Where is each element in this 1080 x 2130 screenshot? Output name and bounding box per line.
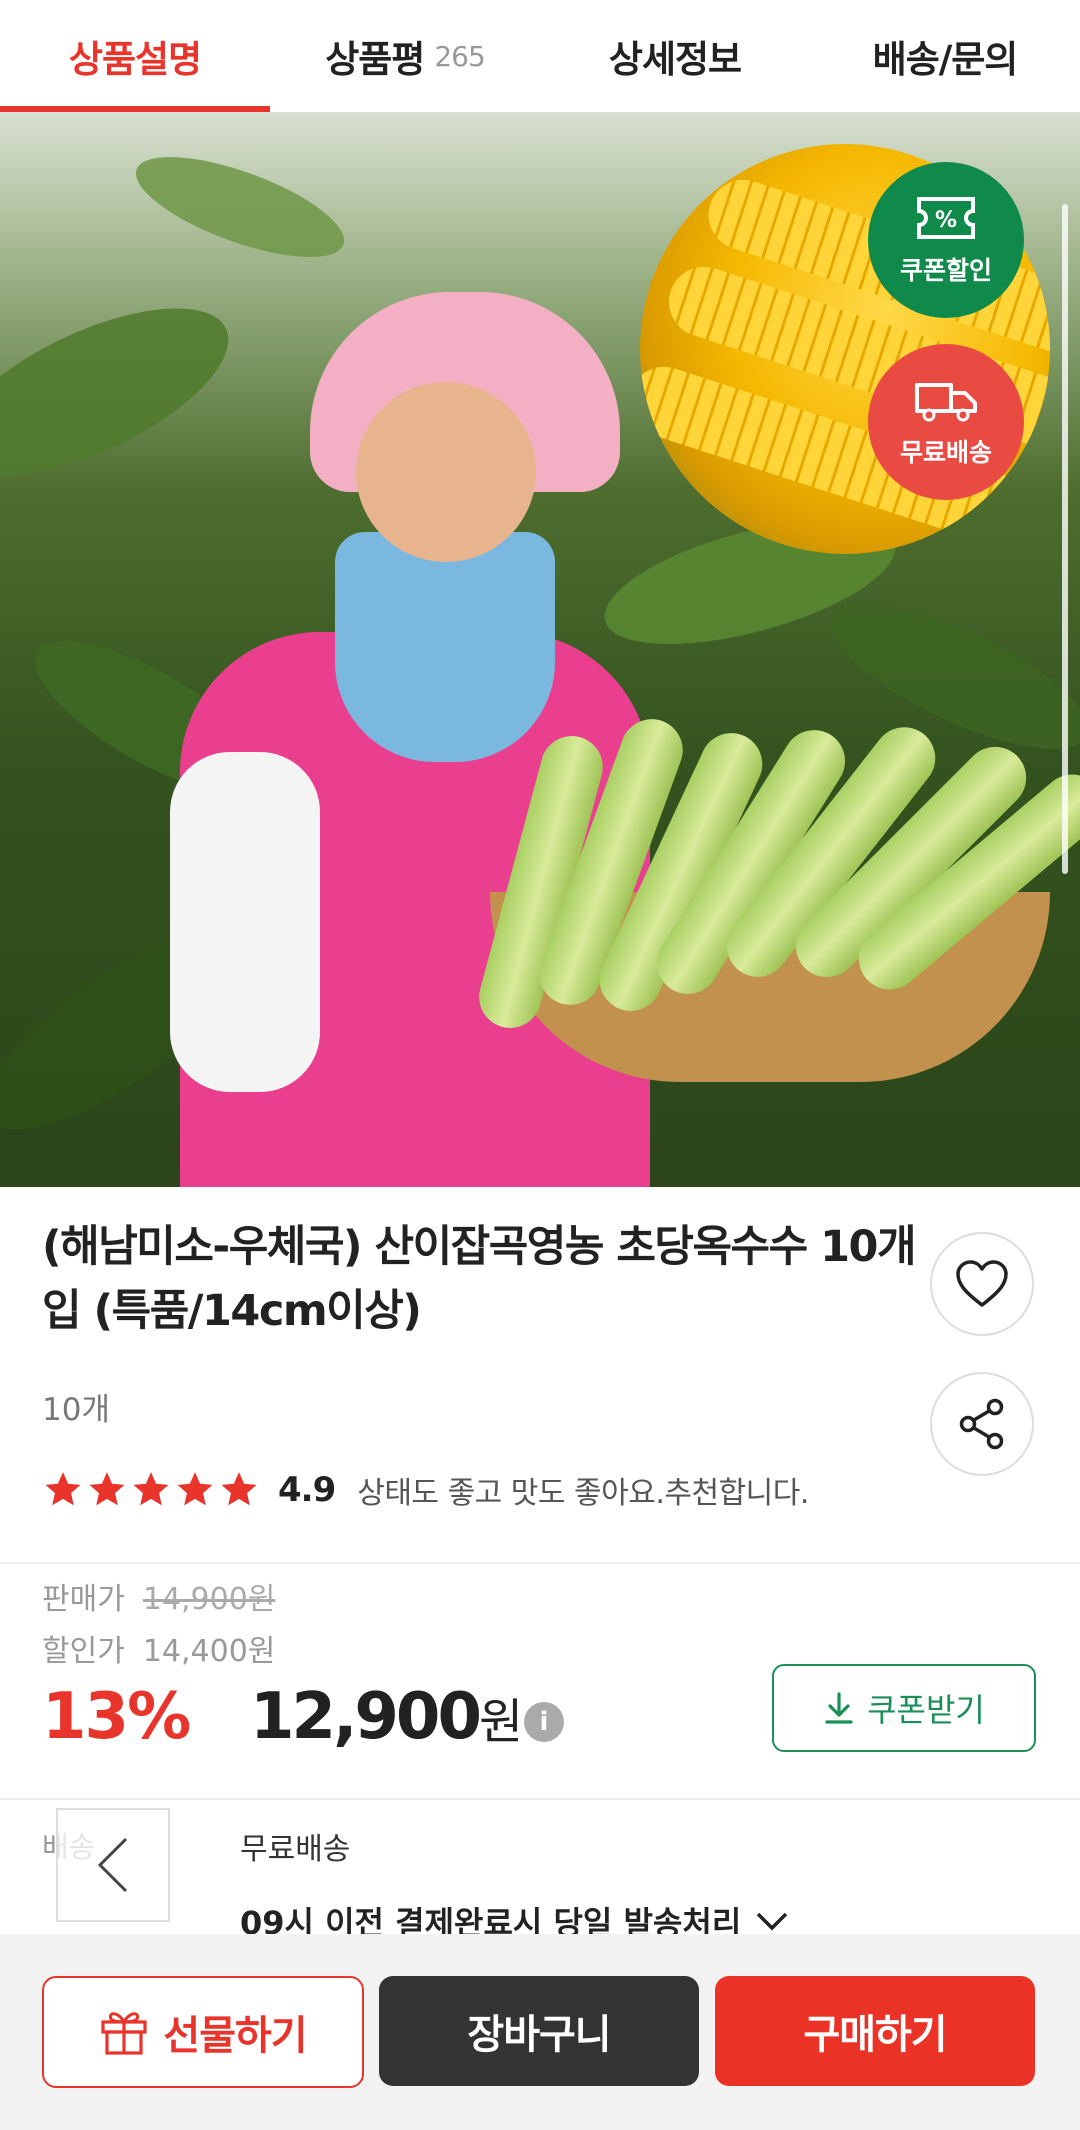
cart-label: 장바구니 <box>467 2012 611 2058</box>
rating-score: 4.9 <box>278 1470 336 1510</box>
badge-label: 무료배송 <box>899 438 992 467</box>
tab-label: 배송/문의 <box>872 38 1019 81</box>
final-price-unit: 원 <box>478 1694 523 1750</box>
chevron-left-icon <box>97 1837 128 1893</box>
review-count: 265 <box>434 39 485 73</box>
divider <box>0 1798 1080 1800</box>
sale-price-value: 14,900원 <box>142 1582 276 1617</box>
tab-details[interactable]: 상세정보 <box>540 0 810 112</box>
delivery-truck-icon <box>911 375 981 425</box>
percent-ticket-icon: % <box>911 193 981 243</box>
tab-shipping-inquiry[interactable]: 배송/문의 <box>810 0 1080 112</box>
final-price: 12,900원 <box>250 1680 523 1754</box>
tab-reviews[interactable]: 상품평 265 <box>270 0 540 112</box>
download-icon <box>825 1692 853 1724</box>
star-icon <box>133 1472 169 1506</box>
star-icon <box>221 1472 257 1506</box>
star-icon <box>45 1472 81 1506</box>
buy-label: 구매하기 <box>803 2012 947 2058</box>
quantity-text: 10개 <box>42 1392 110 1428</box>
svg-text:%: % <box>935 208 957 233</box>
star-rating <box>42 1469 260 1511</box>
cart-button[interactable]: 장바구니 <box>379 1976 699 2086</box>
badge-label: 쿠폰할인 <box>899 256 992 285</box>
tab-label: 상품설명 <box>68 38 202 81</box>
discount-price-value: 14,400원 <box>142 1634 276 1669</box>
buy-button[interactable]: 구매하기 <box>715 1976 1035 2086</box>
tab-description[interactable]: 상품설명 <box>0 0 270 112</box>
discount-rate: 13% <box>42 1680 191 1754</box>
heart-icon <box>956 1260 1008 1307</box>
star-icon <box>177 1472 213 1506</box>
coupon-download-button[interactable]: 쿠폰받기 <box>772 1664 1036 1752</box>
gift-icon <box>101 2012 147 2055</box>
wishlist-button[interactable] <box>930 1232 1034 1336</box>
discount-price-label: 할인가 <box>42 1634 125 1669</box>
gift-label: 선물하기 <box>163 2013 307 2059</box>
product-title: (해남미소-우체국) 산이잡곡영농 초당옥수수 10개입 (특품/14cm이상) <box>42 1222 917 1336</box>
product-tabs: 상품설명 상품평 265 상세정보 배송/문의 <box>0 0 1080 112</box>
rating-summary[interactable]: 4.9 상태도 좋고 맛도 좋아요.추천합니다. <box>42 1468 809 1512</box>
share-button[interactable] <box>930 1372 1034 1476</box>
final-price-number: 12,900 <box>250 1680 482 1754</box>
sale-price-row: 판매가 14,900원 <box>42 1574 275 1618</box>
chevron-down-icon <box>757 1912 788 1931</box>
coupon-discount-badge: % 쿠폰할인 <box>868 162 1024 318</box>
scrollbar[interactable] <box>1062 204 1068 874</box>
divider <box>0 1562 1080 1564</box>
discount-price-row: 할인가 14,400원 <box>42 1626 275 1670</box>
tab-label: 상품평 <box>325 38 425 81</box>
free-shipping-badge: 무료배송 <box>868 344 1024 500</box>
back-button[interactable] <box>56 1808 170 1922</box>
star-icon <box>89 1472 125 1506</box>
info-icon[interactable]: i <box>524 1702 564 1742</box>
gift-button[interactable]: 선물하기 <box>42 1976 364 2088</box>
sale-price-label: 판매가 <box>42 1582 125 1617</box>
review-snippet: 상태도 좋고 맛도 좋아요.추천합니다. <box>357 1476 809 1511</box>
product-image[interactable]: % 쿠폰할인 무료배송 <box>0 112 1080 1187</box>
shipping-value: 무료배송 <box>240 1832 351 1867</box>
tab-label: 상세정보 <box>608 38 742 81</box>
share-icon <box>959 1398 1004 1450</box>
coupon-button-label: 쿠폰받기 <box>867 1691 985 1729</box>
bottom-action-bar: 선물하기 장바구니 구매하기 <box>0 1934 1080 2130</box>
